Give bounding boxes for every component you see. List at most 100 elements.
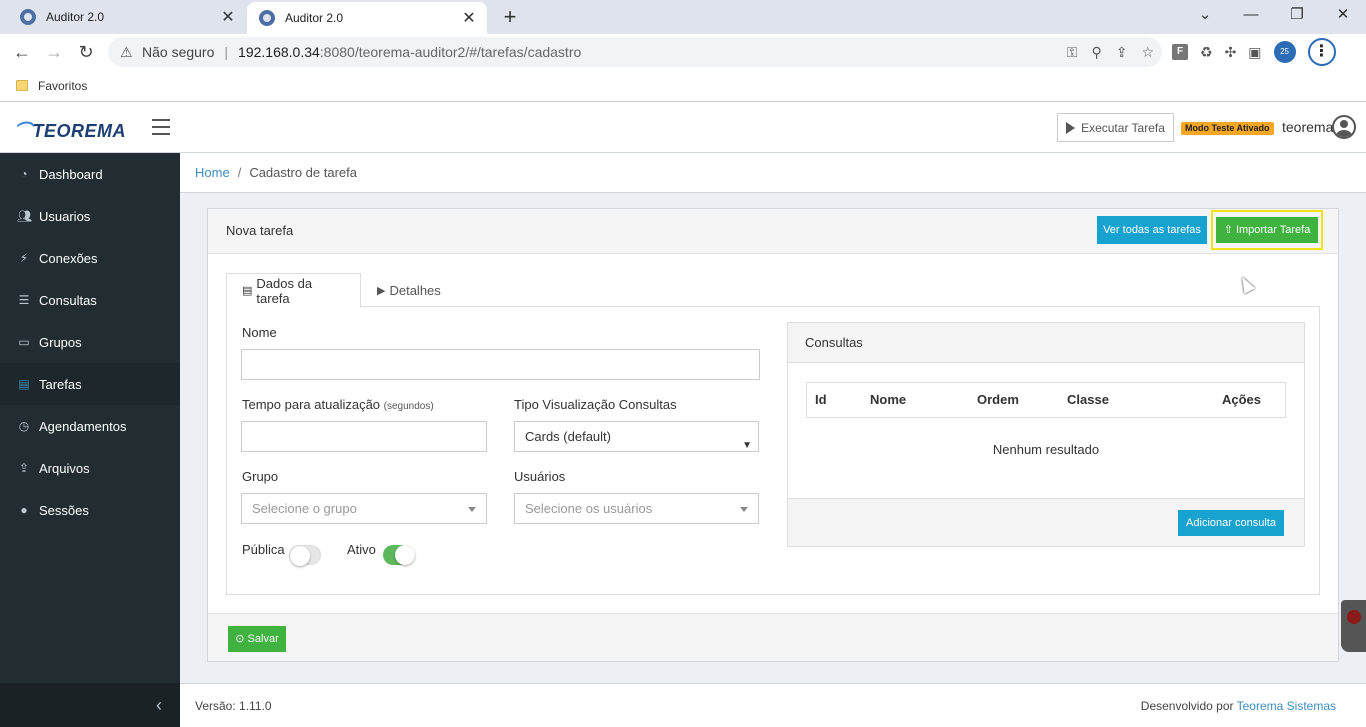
breadcrumb-separator: / bbox=[237, 165, 242, 180]
sidebar-item-consultas[interactable]: ☰ Consultas bbox=[0, 279, 180, 321]
browser-menu-icon[interactable]: ⋮ bbox=[1307, 38, 1336, 66]
column-header-ordem[interactable]: Ordem bbox=[977, 383, 1019, 417]
grupo-select[interactable]: Selecione o grupo bbox=[241, 493, 487, 524]
tab-search-icon[interactable]: ⌄ bbox=[1182, 0, 1228, 30]
sidebar-item-label: Consultas bbox=[39, 292, 97, 308]
column-header-nome[interactable]: Nome bbox=[870, 383, 906, 417]
execute-task-button[interactable]: Executar Tarefa bbox=[1057, 113, 1174, 142]
sidebar-item-dashboard[interactable]: ◔ Dashboard bbox=[0, 153, 180, 195]
box-footer: ⊙ Salvar bbox=[208, 613, 1338, 661]
minimize-button[interactable]: — bbox=[1228, 0, 1274, 30]
close-tab-icon[interactable]: ✕ bbox=[216, 7, 240, 27]
sidebar-item-tarefas[interactable]: ▤ Tarefas bbox=[0, 363, 180, 405]
user-name[interactable]: teorema bbox=[1282, 119, 1333, 135]
sidebar-item-arquivos[interactable]: ⇪ Arquivos bbox=[0, 447, 180, 489]
company-link[interactable]: Teorema Sistemas bbox=[1237, 699, 1336, 713]
sidebar-item-sessoes[interactable]: ● Sessões bbox=[0, 489, 180, 531]
tipo-visualizacao-value: Cards (default) bbox=[525, 429, 611, 444]
address-separator: | bbox=[224, 44, 229, 60]
breadcrumb-home-link[interactable]: Home bbox=[195, 165, 230, 180]
upload-icon: ⇧ bbox=[1223, 224, 1236, 236]
back-icon[interactable]: ← bbox=[8, 38, 36, 66]
save-button[interactable]: ⊙ Salvar bbox=[228, 626, 286, 652]
app-header: ⌒TEOREMA Executar Tarefa Modo Teste Ativ… bbox=[0, 103, 1366, 153]
side-panel-icon[interactable]: ▣ bbox=[1248, 44, 1261, 61]
tasks-icon: ▤ bbox=[18, 377, 30, 391]
usuarios-label: Usuários bbox=[514, 469, 566, 484]
database-icon: ☰ bbox=[18, 293, 30, 307]
bookmark-star-icon[interactable]: ☆ bbox=[1141, 44, 1154, 61]
save-label: Salvar bbox=[247, 633, 279, 645]
ativo-toggle[interactable] bbox=[383, 545, 415, 565]
sidebar-item-label: Conexões bbox=[39, 250, 98, 266]
sidebar-item-agendamentos[interactable]: ◷ Agendamentos bbox=[0, 405, 180, 447]
url-host: 192.168.0.34 bbox=[238, 44, 320, 60]
grupo-placeholder: Selecione o grupo bbox=[252, 501, 357, 516]
box-header: Nova tarefa Ver todas as tarefas ⇧ Impor… bbox=[208, 209, 1338, 254]
tempo-input[interactable] bbox=[241, 421, 487, 452]
user-icon: ● bbox=[20, 503, 28, 517]
sidebar: ◔ Dashboard 👥︎ Usuarios ⚡︎ Conexões ☰ Co… bbox=[0, 153, 180, 727]
hamburger-menu-icon[interactable] bbox=[152, 119, 170, 135]
sidebar-item-grupos[interactable]: ▭ Grupos bbox=[0, 321, 180, 363]
plug-icon: ⚡︎ bbox=[19, 251, 29, 265]
tab-label: Dados da tarefa bbox=[256, 275, 313, 306]
publica-toggle[interactable] bbox=[289, 545, 321, 566]
puzzle-extensions-icon[interactable]: ✣ bbox=[1225, 44, 1237, 61]
browser-tab-1[interactable]: Auditor 2.0 ✕ bbox=[0, 0, 246, 34]
profile-avatar[interactable]: 25 bbox=[1273, 41, 1296, 63]
reload-icon[interactable]: ↻ bbox=[72, 38, 100, 66]
extension-f-icon[interactable]: F bbox=[1172, 44, 1188, 60]
import-task-button[interactable]: ⇧ Importar Tarefa bbox=[1216, 217, 1318, 243]
users-icon: 👥︎ bbox=[17, 209, 33, 223]
browser-tab-2[interactable]: Auditor 2.0 ✕ bbox=[247, 2, 487, 34]
close-tab-icon[interactable]: ✕ bbox=[457, 8, 481, 28]
clock-icon: ◷ bbox=[18, 419, 30, 433]
tab-detalhes[interactable]: ▶ Detalhes bbox=[362, 273, 456, 308]
browser-toolbar: ← → ↻ ⚠ Não seguro | 192.168.0.34 :8080/… bbox=[0, 34, 1366, 70]
key-icon[interactable]: ⚿ bbox=[1067, 44, 1078, 61]
teorema-logo[interactable]: ⌒TEOREMA bbox=[14, 117, 126, 143]
add-consulta-button[interactable]: Adicionar consulta bbox=[1178, 510, 1284, 536]
share-icon[interactable]: ⇪ bbox=[1116, 44, 1128, 61]
bookmark-favoritos[interactable]: Favoritos bbox=[38, 79, 87, 93]
nome-input[interactable] bbox=[241, 349, 760, 380]
tab-dados-da-tarefa[interactable]: ▤ Dados da tarefa bbox=[226, 273, 361, 308]
column-header-acoes: Ações bbox=[1222, 392, 1262, 407]
sidebar-item-label: Grupos bbox=[39, 334, 82, 350]
floating-side-widget[interactable] bbox=[1341, 600, 1366, 652]
zoom-icon[interactable]: ⚲ bbox=[1091, 44, 1101, 61]
url-path: :8080/teorema-auditor2/#/tarefas/cadastr… bbox=[319, 44, 582, 60]
sidebar-item-label: Dashboard bbox=[39, 166, 103, 182]
dropdown-arrow-icon bbox=[740, 507, 748, 512]
consultas-panel: Consultas Id Nome Ordem Classe Ações Nen… bbox=[787, 322, 1305, 547]
tipo-visualizacao-select[interactable]: Cards (default) ▼ bbox=[514, 421, 759, 452]
page-footer: Versão: 1.11.0 Desenvolvido por Teorema … bbox=[180, 683, 1366, 727]
sidebar-item-label: Tarefas bbox=[39, 376, 82, 392]
forward-icon[interactable]: → bbox=[40, 38, 68, 66]
toggle-knob bbox=[395, 545, 415, 565]
chevron-down-icon: ▼ bbox=[742, 440, 752, 451]
box-title: Nova tarefa bbox=[226, 223, 294, 238]
sidebar-collapse-button[interactable]: ‹ bbox=[0, 683, 180, 727]
recycle-extension-icon[interactable]: ♻ bbox=[1200, 44, 1213, 61]
column-header-id[interactable]: Id bbox=[815, 383, 827, 417]
window-close-button[interactable]: ✕ bbox=[1320, 0, 1366, 30]
ativo-label: Ativo bbox=[347, 542, 376, 557]
new-tab-button[interactable]: + bbox=[497, 4, 523, 30]
version-text: Versão: 1.11.0 bbox=[195, 699, 272, 713]
usuarios-select[interactable]: Selecione os usuários bbox=[514, 493, 759, 524]
security-label[interactable]: Não seguro bbox=[142, 44, 214, 60]
restore-button[interactable]: ❐ bbox=[1274, 0, 1320, 30]
sidebar-item-conexoes[interactable]: ⚡︎ Conexões bbox=[0, 237, 180, 279]
user-avatar-icon[interactable] bbox=[1332, 115, 1356, 139]
test-mode-badge: Modo Teste Ativado bbox=[1181, 122, 1274, 135]
breadcrumb: Home / Cadastro de tarefa bbox=[180, 153, 1366, 193]
address-bar[interactable]: ⚠ Não seguro | 192.168.0.34 :8080/teorem… bbox=[108, 37, 1162, 67]
view-all-tasks-button[interactable]: Ver todas as tarefas bbox=[1097, 216, 1207, 244]
breadcrumb-current: Cadastro de tarefa bbox=[249, 165, 357, 180]
sidebar-item-usuarios[interactable]: 👥︎ Usuarios bbox=[0, 195, 180, 237]
column-header-classe[interactable]: Classe bbox=[1067, 383, 1109, 417]
tempo-label: Tempo para atualização (segundos) bbox=[242, 397, 434, 412]
toggle-knob bbox=[290, 546, 310, 566]
